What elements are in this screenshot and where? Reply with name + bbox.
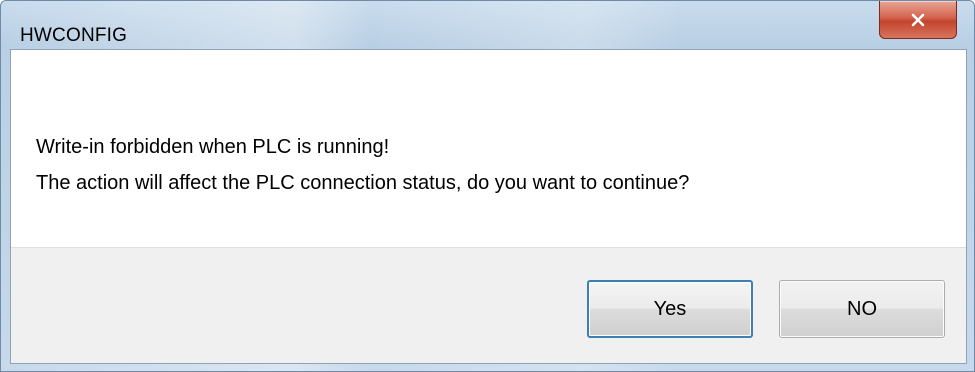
close-icon <box>910 13 926 27</box>
title-bar[interactable]: HWCONFIG <box>1 1 974 49</box>
no-button-label: NO <box>847 297 877 320</box>
button-area: Yes NO <box>11 247 966 363</box>
close-button[interactable] <box>879 1 957 39</box>
message-line-1: Write-in forbidden when PLC is running! <box>36 136 390 158</box>
dialog-window: HWCONFIG Write-in forbidden when PLC is … <box>0 0 975 372</box>
window-title: HWCONFIG <box>20 25 128 46</box>
yes-button[interactable]: Yes <box>587 280 753 338</box>
dialog-content: Write-in forbidden when PLC is running! … <box>10 49 967 364</box>
no-button[interactable]: NO <box>779 280 945 338</box>
message-line-2: The action will affect the PLC connectio… <box>36 172 690 194</box>
yes-button-label: Yes <box>653 297 687 320</box>
